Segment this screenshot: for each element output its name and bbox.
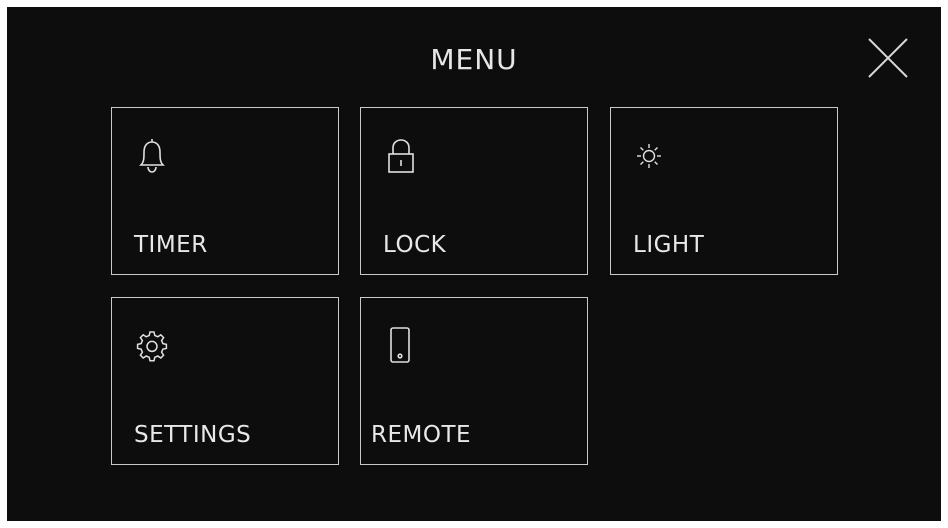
lock-icon	[381, 134, 421, 178]
page-title: MENU	[430, 43, 518, 76]
timer-tile[interactable]: TIMER	[111, 107, 339, 275]
phone-icon	[381, 324, 421, 368]
lock-tile[interactable]: LOCK	[360, 107, 588, 275]
timer-label: TIMER	[134, 232, 208, 258]
lock-label: LOCK	[383, 232, 447, 258]
gear-icon	[132, 324, 172, 368]
settings-tile[interactable]: SETTINGS	[111, 297, 339, 465]
light-tile[interactable]: LIGHT	[610, 107, 838, 275]
close-icon	[868, 38, 908, 78]
settings-label: SETTINGS	[134, 422, 252, 448]
close-button[interactable]	[865, 35, 911, 81]
sun-icon	[631, 134, 671, 178]
light-label: LIGHT	[633, 232, 705, 258]
remote-tile[interactable]: REMOTE	[360, 297, 588, 465]
bell-icon	[132, 134, 172, 178]
menu-screen: MENU TIMER LOCK LIGHT SETTINGS REMOTE	[7, 7, 941, 521]
remote-label: REMOTE	[371, 422, 472, 448]
